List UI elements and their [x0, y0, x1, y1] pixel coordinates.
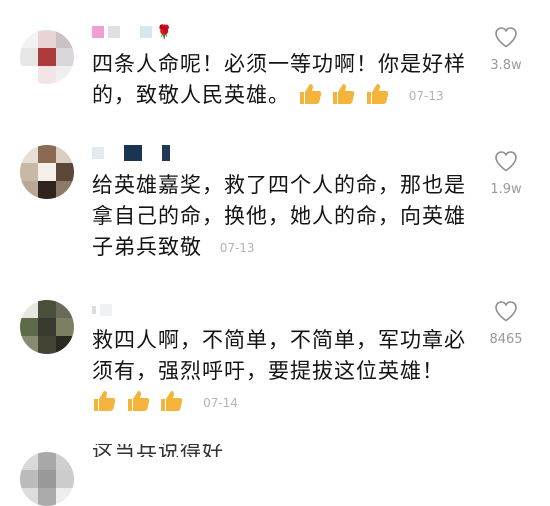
username-mosaic: [140, 26, 152, 38]
comment-body: 救四人啊，不简单，不简单，军功章必须有，强烈呼吁，要提拔这位英雄！: [92, 328, 466, 383]
avatar[interactable]: [20, 145, 74, 199]
username-mosaic: [108, 147, 120, 159]
heart-outline-icon: [495, 27, 517, 48]
username-mosaic: [124, 26, 136, 38]
heart-outline-icon: [495, 151, 517, 172]
thumbs-up-emoji-icon: [94, 391, 116, 411]
comment-date: 07-14: [203, 396, 238, 410]
username-mosaic: [92, 306, 96, 314]
comment-body: 给英雄嘉奖，救了四个人的命，那也是拿自己的命，换他，她人的命，向英雄子弟兵致敬: [92, 173, 466, 259]
avatar[interactable]: [20, 300, 74, 354]
username-mosaic: [162, 145, 170, 161]
avatar[interactable]: [20, 30, 74, 84]
avatar[interactable]: [20, 452, 74, 506]
username[interactable]: [92, 143, 170, 163]
like-count: 1.9w: [490, 182, 522, 197]
comment-date: 07-13: [219, 241, 255, 255]
rose-icon: 🌹: [156, 24, 173, 40]
like-count: 8465: [489, 332, 523, 347]
like-button[interactable]: 8465: [482, 300, 530, 347]
username-mosaic: [92, 147, 104, 159]
thumbs-up-emoji-icon: [127, 391, 149, 411]
thumbs-up-emoji-icon: [333, 84, 355, 104]
thumbs-up-emoji-icon: [367, 84, 389, 104]
comment-date: 07-13: [408, 89, 444, 103]
like-button[interactable]: 3.8w: [482, 26, 530, 73]
comment-text: 救四人啊，不简单，不简单，军功章必须有，强烈呼吁，要提拔这位英雄！ 07-14: [92, 325, 477, 419]
thumbs-up-emoji-icon: [299, 84, 321, 104]
username[interactable]: [92, 300, 112, 320]
username-mosaic: [100, 304, 112, 316]
comment-text: 四条人命呢！必须一等功啊！你是好样的，致敬人民英雄。 07-13: [92, 49, 477, 112]
like-count: 3.8w: [490, 58, 522, 73]
comment-text: 这当兵说得好: [92, 444, 477, 457]
comment-text: 给英雄嘉奖，救了四个人的命，那也是拿自己的命，换他，她人的命，向英雄子弟兵致敬 …: [92, 170, 477, 264]
username-mosaic: [146, 147, 158, 159]
username[interactable]: 🌹: [92, 22, 172, 42]
heart-outline-icon: [495, 301, 517, 322]
username-mosaic: [108, 26, 120, 38]
username-mosaic: [92, 26, 104, 38]
like-button[interactable]: 1.9w: [482, 150, 530, 197]
comment-body: 这当兵说得好: [92, 444, 224, 457]
thumbs-up-emoji-icon: [161, 391, 183, 411]
username-mosaic: [124, 145, 142, 161]
